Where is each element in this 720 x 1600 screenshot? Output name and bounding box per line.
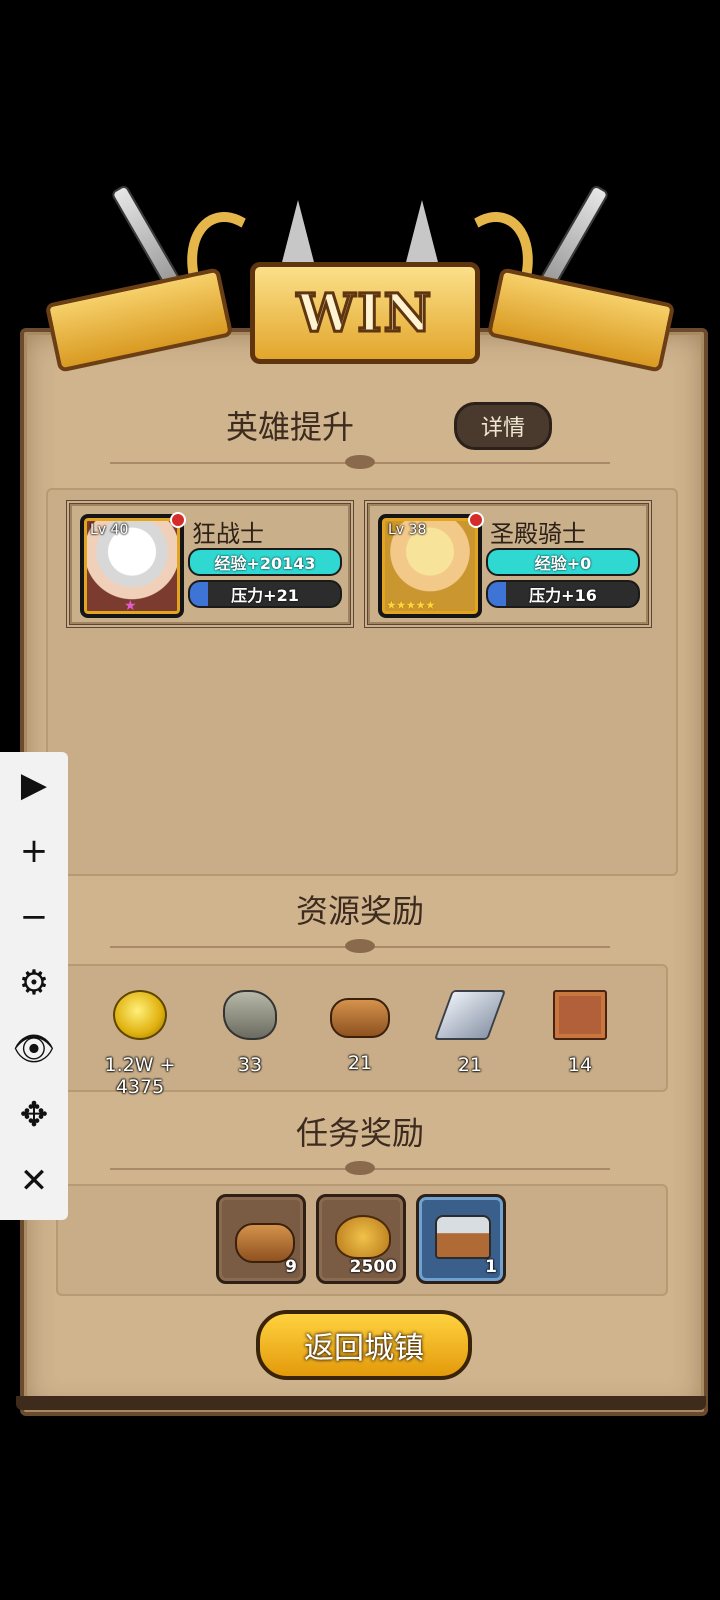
resource-amount: 33 — [237, 1054, 263, 1076]
task-reward-item[interactable]: 9 — [216, 1194, 306, 1284]
return-to-town-button[interactable]: 返回城镇 — [256, 1310, 472, 1380]
hero-portrait: Lv 38 ★★★★★ — [378, 512, 484, 618]
task-section-title: 任务奖励 — [295, 1114, 424, 1152]
close-icon[interactable]: ✕ — [0, 1148, 68, 1214]
iron-ingot-icon — [433, 990, 507, 1040]
cloth-icon — [553, 990, 607, 1040]
title-ornament — [110, 1161, 610, 1175]
exp-bar: 经验+0 — [486, 548, 640, 576]
resource-amount: 14 — [567, 1054, 593, 1076]
hero-name: 狂战士 — [192, 520, 264, 548]
pressure-text: 压力+21 — [231, 586, 299, 605]
wood-log-icon — [330, 998, 390, 1038]
detail-button[interactable]: 详情 — [454, 402, 552, 450]
panel-edge — [16, 1396, 706, 1410]
zoom-in-icon[interactable]: + — [0, 818, 68, 884]
resource-item[interactable]: 21 — [300, 990, 420, 1074]
star-rating: ★★★★★ — [386, 598, 436, 612]
hero-card[interactable]: Lv 40 ★ 狂战士 经验+20143 压力+21 — [66, 500, 354, 628]
pressure-bar: 压力+21 — [188, 580, 342, 608]
exp-bar: 经验+20143 — [188, 548, 342, 576]
title-ornament — [110, 939, 610, 953]
task-reward-item[interactable]: 1 — [416, 1194, 506, 1284]
resource-amount: 21 — [347, 1052, 373, 1074]
task-reward-count: 9 — [285, 1257, 297, 1277]
ribbon-right — [486, 267, 676, 373]
resource-amount: 1.2W + 4375 — [104, 1054, 176, 1098]
gold-bag-icon — [335, 1215, 391, 1259]
hero-level: Lv 38 — [388, 522, 427, 538]
hero-portrait: Lv 40 ★ — [80, 512, 186, 618]
treasure-chest-icon — [435, 1215, 491, 1259]
notification-dot-icon — [468, 512, 484, 528]
star-icon: ★ — [124, 598, 137, 614]
task-reward-count: 1 — [485, 1257, 497, 1277]
hero-name: 圣殿骑士 — [490, 520, 586, 548]
task-reward-count: 2500 — [349, 1257, 397, 1277]
resource-item[interactable]: 1.2W + 4375 — [80, 990, 200, 1098]
resource-item[interactable]: 14 — [520, 990, 640, 1076]
exp-text: 经验+20143 — [214, 554, 316, 573]
notification-dot-icon — [170, 512, 186, 528]
win-banner: WIN — [40, 180, 680, 420]
gold-coin-icon — [113, 990, 167, 1040]
win-title: WIN — [295, 281, 434, 345]
eye-icon[interactable]: 👁 — [0, 1016, 68, 1082]
hero-level: Lv 40 — [90, 522, 129, 538]
ribbon-left — [44, 267, 234, 373]
zoom-out-icon[interactable]: − — [0, 884, 68, 950]
resource-item[interactable]: 33 — [190, 990, 310, 1076]
spear-icon — [280, 200, 316, 270]
gear-icon[interactable]: ⚙ — [0, 950, 68, 1016]
ribbon-center: WIN — [250, 262, 480, 364]
play-icon[interactable]: ▶ — [0, 752, 68, 818]
task-reward-item[interactable]: 2500 — [316, 1194, 406, 1284]
resource-section-title: 资源奖励 — [295, 892, 424, 930]
resource-amount: 21 — [457, 1054, 483, 1076]
title-ornament — [110, 455, 610, 469]
move-icon[interactable]: ✥ — [0, 1082, 68, 1148]
exp-text: 经验+0 — [534, 554, 592, 573]
pressure-bar: 压力+16 — [486, 580, 640, 608]
stone-icon — [223, 990, 277, 1040]
hero-card[interactable]: Lv 38 ★★★★★ 圣殿骑士 经验+0 压力+16 — [364, 500, 652, 628]
spear-icon — [404, 200, 440, 270]
hero-section-title: 英雄提升 — [225, 408, 354, 446]
pressure-text: 压力+16 — [529, 586, 597, 605]
resource-item[interactable]: 21 — [410, 990, 530, 1076]
overlay-toolbar: ▶ + − ⚙ 👁 ✥ ✕ — [0, 752, 68, 1220]
